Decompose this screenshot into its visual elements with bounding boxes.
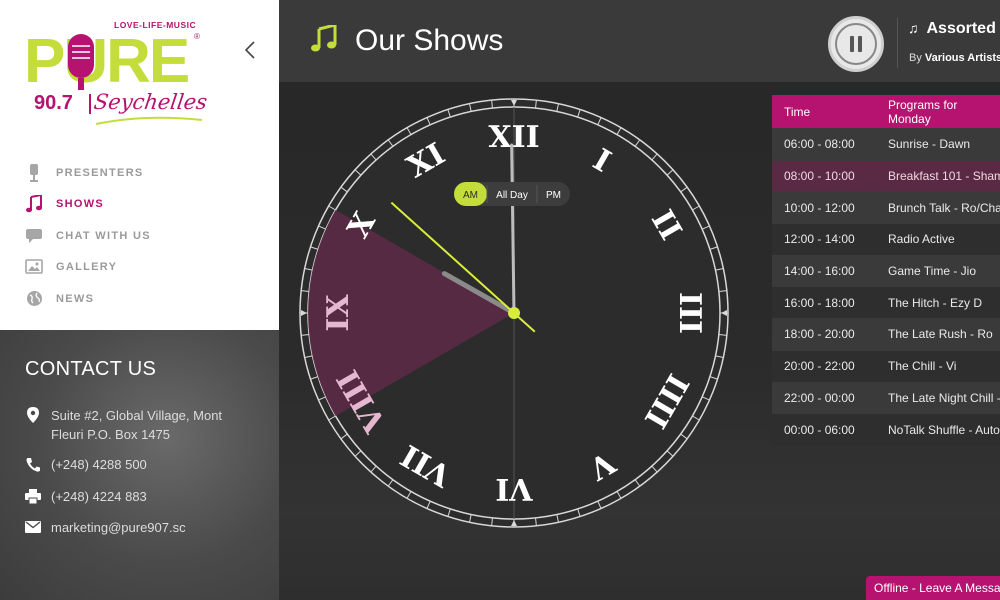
main-content: Our Shows ♫ Assorted By Various Artists X… [279,0,1000,600]
page-title: Our Shows [355,24,504,57]
address-line-1: Suite #2, Global Village, Mont [51,408,223,423]
clock-pivot [508,307,520,319]
hour-numeral: IX [321,294,356,332]
contact-panel: CONTACT US Suite #2, Global Village, Mon… [0,330,279,600]
row-time: 08:00 - 10:00 [784,169,855,184]
toggle-label[interactable]: PM [546,190,561,201]
chat-bubble-icon [25,227,43,245]
row-program: Sunrise - Dawn [888,137,971,152]
address-line-2: Fleuri P.O. Box 1475 [51,427,170,442]
logo-swoosh [95,116,203,125]
schedule-row[interactable]: 20:00 - 22:00 The Chill - Vi [772,349,1000,382]
row-time: 10:00 - 12:00 [784,200,855,215]
schedule-table: Time Programs for Monday 06:00 - 08:00 Su… [772,95,1000,445]
row-time: 18:00 - 20:00 [784,327,855,342]
schedule-row[interactable]: 00:00 - 06:00 NoTalk Shuffle - Auto [772,413,1000,445]
row-time: 06:00 - 08:00 [784,137,855,152]
nav-label: SHOWS [56,198,105,211]
schedule-row[interactable]: 22:00 - 00:00 The Late Night Chill - Vi [772,381,1000,414]
hour-numeral: III [672,292,707,334]
column-header-time: Time [784,104,811,119]
nav-item-presenters[interactable]: PRESENTERS [25,157,151,189]
logo-name: PURE [24,28,188,96]
row-program: Brunch Talk - Ro/Charlene [888,200,1000,215]
now-playing-artist: By Various Artists [909,52,1000,64]
toggle-label[interactable]: All Day [496,190,528,201]
toggle-label[interactable]: AM [463,190,478,201]
phone-number: (+248) 4288 500 [51,457,147,472]
row-program: The Hitch - Ezy D [888,295,983,310]
station-logo[interactable]: LOVE-LIFE-MUSIC PURE ® 90.7 Seychelles [22,18,209,130]
schedule-row[interactable]: 16:00 - 18:00 The Hitch - Ezy D [772,286,1000,319]
nav-item-shows[interactable]: SHOWS [25,189,151,221]
schedule-row[interactable]: 12:00 - 14:00 Radio Active [772,223,1000,255]
live-chat-tab[interactable]: Offline - Leave A Message [866,576,1000,600]
music-note-icon [311,23,337,58]
contact-phone[interactable]: (+248) 4288 500 [25,455,147,474]
chevron-left-icon [244,41,255,59]
row-program: Radio Active [888,232,955,247]
schedule-clock[interactable]: XIIIIIIIIIIIIVVIVIIVIIIIXXXIAM All Day PM [296,95,732,531]
pause-button[interactable] [828,16,884,72]
collapse-sidebar-button[interactable] [240,40,260,60]
schedule-row[interactable]: 06:00 - 08:00 Sunrise - Dawn [772,128,1000,160]
microphone-icon [25,163,43,182]
row-program: The Late Rush - Ro [888,327,993,342]
mail-icon [25,519,41,535]
nav-item-chat[interactable]: CHAT WITH US [25,220,151,252]
row-program: NoTalk Shuffle - Auto [888,422,1000,437]
schedule-header: Time Programs for Monday [772,95,1000,128]
nav-item-news[interactable]: NEWS [25,283,151,315]
fax-number: (+248) 4224 883 [51,489,147,504]
logo-city: Seychelles [92,90,209,114]
schedule-row[interactable]: 14:00 - 16:00 Game Time - Jio [772,254,1000,287]
row-time: 14:00 - 16:00 [784,264,855,279]
row-time: 16:00 - 18:00 [784,295,855,310]
row-program: Breakfast 101 - Shamir [888,169,1000,184]
pause-icon [835,23,877,65]
logo-divider [89,94,91,114]
row-time: 22:00 - 00:00 [784,390,855,405]
contact-title: CONTACT US [25,358,157,380]
row-time: 20:00 - 22:00 [784,359,855,374]
logo-registered: ® [194,32,200,41]
music-note-icon [25,195,43,213]
column-header-programs: Programs for Monday [888,97,958,126]
row-program: Game Time - Jio [888,264,977,279]
schedule-row[interactable]: 08:00 - 10:00 Breakfast 101 - Shamir [772,159,1000,192]
music-note-small-icon: ♫ [908,20,919,36]
hour-numeral: XII [488,120,539,155]
contact-address: Suite #2, Global Village, Mont Fleuri P.… [25,406,222,444]
phone-icon [25,456,41,472]
nav-item-gallery[interactable]: GALLERY [25,252,151,284]
row-time: 12:00 - 14:00 [784,232,855,247]
page-header: Our Shows ♫ Assorted By Various Artists [279,0,1000,82]
nav-label: PRESENTERS [56,166,144,179]
schedule-row[interactable]: 10:00 - 12:00 Brunch Talk - Ro/Charlene [772,191,1000,224]
row-program: The Chill - Vi [888,359,957,374]
logo-frequency: 90.7 [34,92,73,114]
location-pin-icon [25,407,41,423]
globe-icon [25,290,43,308]
main-nav: PRESENTERS SHOWS CHAT WITH US GALLERY NE… [25,157,151,315]
printer-icon [25,488,41,504]
nav-label: GALLERY [56,261,118,274]
nav-label: NEWS [56,292,95,305]
now-playing-title: ♫ Assorted [908,20,996,37]
sidebar: LOVE-LIFE-MUSIC PURE ® 90.7 Seychelles P… [0,0,279,330]
row-program: The Late Night Chill - Vi [888,390,1000,405]
schedule-row[interactable]: 18:00 - 20:00 The Late Rush - Ro [772,318,1000,350]
row-time: 00:00 - 06:00 [784,422,855,437]
nav-label: CHAT WITH US [56,229,151,242]
contact-email[interactable]: marketing@pure907.sc [25,518,186,537]
image-icon [25,258,43,276]
hour-numeral: VI [495,471,533,506]
player-divider [897,18,898,68]
email-address: marketing@pure907.sc [51,520,186,535]
contact-fax: (+248) 4224 883 [25,487,147,506]
